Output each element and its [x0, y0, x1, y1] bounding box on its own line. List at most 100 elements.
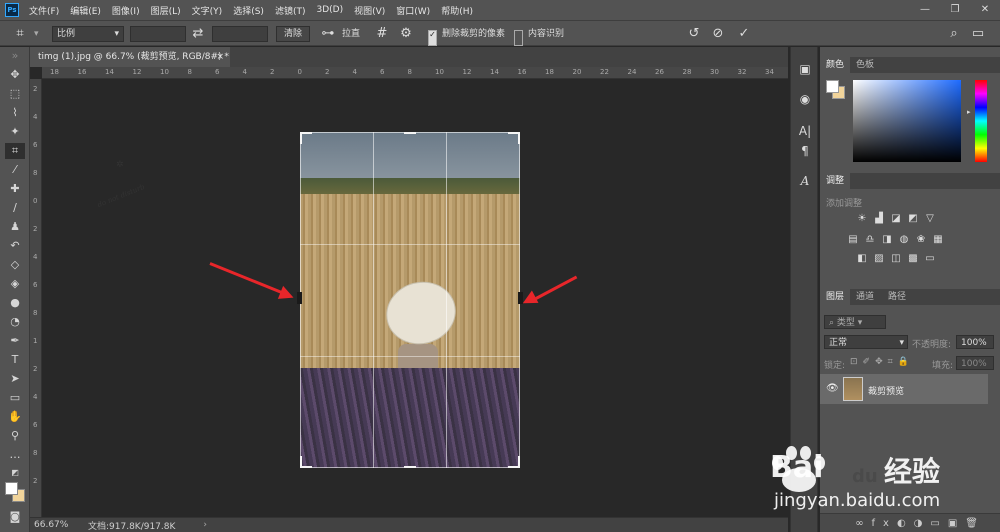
color-balance-icon[interactable]: ♎ [864, 234, 876, 246]
delete-cropped-checkbox[interactable]: ✓ [428, 30, 437, 46]
menu-file[interactable]: 文件(F) [29, 4, 59, 17]
glyphs-icon[interactable]: A [797, 173, 813, 189]
gear-icon[interactable]: ⚙ [398, 26, 414, 42]
tab-color[interactable]: 颜色 [820, 57, 851, 73]
preset-dropdown-chevron-icon[interactable]: ▾ [34, 26, 39, 42]
properties-icon[interactable]: ◉ [797, 91, 813, 107]
minimize-button[interactable]: — [910, 0, 940, 20]
foreground-color-swatch[interactable] [5, 482, 18, 495]
straighten-icon[interactable]: ⊶ [320, 26, 336, 42]
menu-edit[interactable]: 编辑(E) [70, 4, 101, 17]
ratio-select[interactable]: 比例 ▾ [52, 26, 124, 42]
color-picker-field[interactable] [853, 80, 961, 162]
crop-corner-handle-bl-v[interactable] [300, 456, 302, 468]
more-tools-icon[interactable]: … [5, 447, 25, 463]
marquee-tool-icon[interactable]: ⬚ [5, 86, 25, 102]
crop-edge-handle-top[interactable] [404, 132, 416, 134]
menu-help[interactable]: 帮助(H) [441, 4, 473, 17]
panel-foreground-swatch[interactable] [826, 80, 839, 93]
crop-edge-handle-bottom[interactable] [404, 466, 416, 468]
levels-icon[interactable]: ▟ [873, 213, 885, 225]
tab-channels[interactable]: 通道 [850, 289, 880, 305]
horizontal-ruler[interactable]: 18 16 14 12 10 8 6 4 2 0 2 4 6 8 10 12 14 16 18 20 22 24 26 28 3… [42, 67, 788, 79]
lasso-tool-icon[interactable]: ⌇ [5, 105, 25, 121]
straighten-label[interactable]: 拉直 [342, 26, 360, 42]
cancel-icon[interactable]: ⊘ [710, 26, 726, 42]
status-menu-chevron-icon[interactable]: › [203, 520, 207, 530]
layer-visibility-eye-icon[interactable]: 👁 [826, 383, 839, 394]
healing-brush-tool-icon[interactable]: ✚ [5, 181, 25, 197]
hue-saturation-icon[interactable]: ▤ [847, 234, 859, 246]
zoom-level[interactable]: 66.67% [34, 520, 74, 530]
eraser-tool-icon[interactable]: ◇ [5, 257, 25, 273]
clear-button[interactable]: 清除 [276, 26, 310, 42]
gradient-map-icon[interactable]: ▭ [924, 253, 936, 265]
vertical-ruler[interactable]: 2 4 6 8 0 2 4 6 8 1 2 4 6 8 2 [30, 79, 42, 517]
threshold-icon[interactable]: ◫ [890, 253, 902, 265]
posterize-icon[interactable]: ▨ [873, 253, 885, 265]
crop-corner-handle-tl-v[interactable] [300, 132, 302, 144]
content-aware-checkbox[interactable] [514, 30, 523, 46]
blur-tool-icon[interactable]: ● [5, 295, 25, 311]
tab-paths[interactable]: 路径 [882, 289, 912, 305]
ratio-width-input[interactable] [130, 26, 186, 42]
magic-wand-tool-icon[interactable]: ✦ [5, 124, 25, 140]
crop-edge-handle-left[interactable] [297, 292, 302, 304]
selective-color-icon[interactable]: ▩ [907, 253, 919, 265]
hue-slider-handle-icon[interactable]: ▸ [967, 108, 971, 116]
commit-check-icon[interactable]: ✓ [736, 26, 752, 42]
history-icon[interactable]: ▣ [797, 61, 813, 77]
blend-mode-select[interactable]: 正常 ▾ [824, 335, 908, 349]
menu-select[interactable]: 选择(S) [233, 4, 264, 17]
menu-layer[interactable]: 图层(L) [151, 4, 181, 17]
swap-icon[interactable]: ⇄ [190, 26, 206, 42]
lock-icons[interactable]: ⊡✐✥⌗🔒 [850, 357, 914, 367]
crop-tool-icon[interactable]: ⌗ [5, 143, 25, 159]
crop-corner-handle-tr-v[interactable] [518, 132, 520, 144]
paragraph-icon[interactable]: ¶ [797, 143, 813, 159]
vibrance-icon[interactable]: ▽ [924, 213, 936, 225]
black-white-icon[interactable]: ◨ [881, 234, 893, 246]
crop-tool-preset-icon[interactable]: ⌗ [12, 26, 28, 42]
opacity-input[interactable]: 100% [956, 335, 994, 349]
menu-filter[interactable]: 滤镜(T) [275, 4, 306, 17]
curves-icon[interactable]: ◪ [890, 213, 902, 225]
path-selection-tool-icon[interactable]: ➤ [5, 371, 25, 387]
layer-name[interactable]: 裁剪预览 [868, 384, 904, 397]
tab-close-icon[interactable]: × [216, 47, 224, 67]
toolbar-collapse-icon[interactable]: » [5, 50, 25, 61]
brush-tool-icon[interactable]: ∕ [5, 200, 25, 216]
menu-view[interactable]: 视图(V) [354, 4, 385, 17]
history-brush-tool-icon[interactable]: ↶ [5, 238, 25, 254]
menu-3d[interactable]: 3D(D) [316, 5, 343, 15]
exposure-icon[interactable]: ◩ [907, 213, 919, 225]
reset-icon[interactable]: ↺ [686, 26, 702, 42]
character-icon[interactable]: A| [797, 123, 813, 139]
close-button[interactable]: ✕ [970, 0, 1000, 20]
crop-box[interactable] [300, 132, 520, 468]
document-tab[interactable]: timg (1).jpg @ 66.7% (裁剪预览, RGB/8#) * × [30, 47, 230, 67]
fill-input[interactable]: 100% [956, 356, 994, 370]
default-colors-icon[interactable]: ◩ [5, 465, 25, 481]
restore-button[interactable]: ❐ [940, 0, 970, 20]
invert-icon[interactable]: ◧ [856, 253, 868, 265]
photo-filter-icon[interactable]: ◍ [898, 234, 910, 246]
hue-slider[interactable] [975, 80, 987, 162]
menu-type[interactable]: 文字(Y) [192, 4, 223, 17]
ratio-height-input[interactable] [212, 26, 268, 42]
layer-kind-filter[interactable]: ⌕ 类型 ▾ [824, 315, 886, 329]
brightness-icon[interactable]: ☀ [856, 213, 868, 225]
channel-mixer-icon[interactable]: ❀ [915, 234, 927, 246]
quick-mask-icon[interactable]: ◙ [5, 509, 25, 525]
move-tool-icon[interactable]: ✥ [5, 67, 25, 83]
paint-bucket-tool-icon[interactable]: ◈ [5, 276, 25, 292]
hand-tool-icon[interactable]: ✋ [5, 409, 25, 425]
pen-tool-icon[interactable]: ✒ [5, 333, 25, 349]
eyedropper-tool-icon[interactable]: ⁄ [5, 162, 25, 178]
tab-adjustments[interactable]: 调整 [820, 173, 851, 189]
type-tool-icon[interactable]: T [5, 352, 25, 368]
menu-image[interactable]: 图像(I) [112, 4, 140, 17]
search-icon[interactable]: ⌕ [946, 26, 962, 42]
tab-layers[interactable]: 图层 [820, 289, 851, 305]
tab-swatches[interactable]: 色板 [850, 57, 880, 73]
